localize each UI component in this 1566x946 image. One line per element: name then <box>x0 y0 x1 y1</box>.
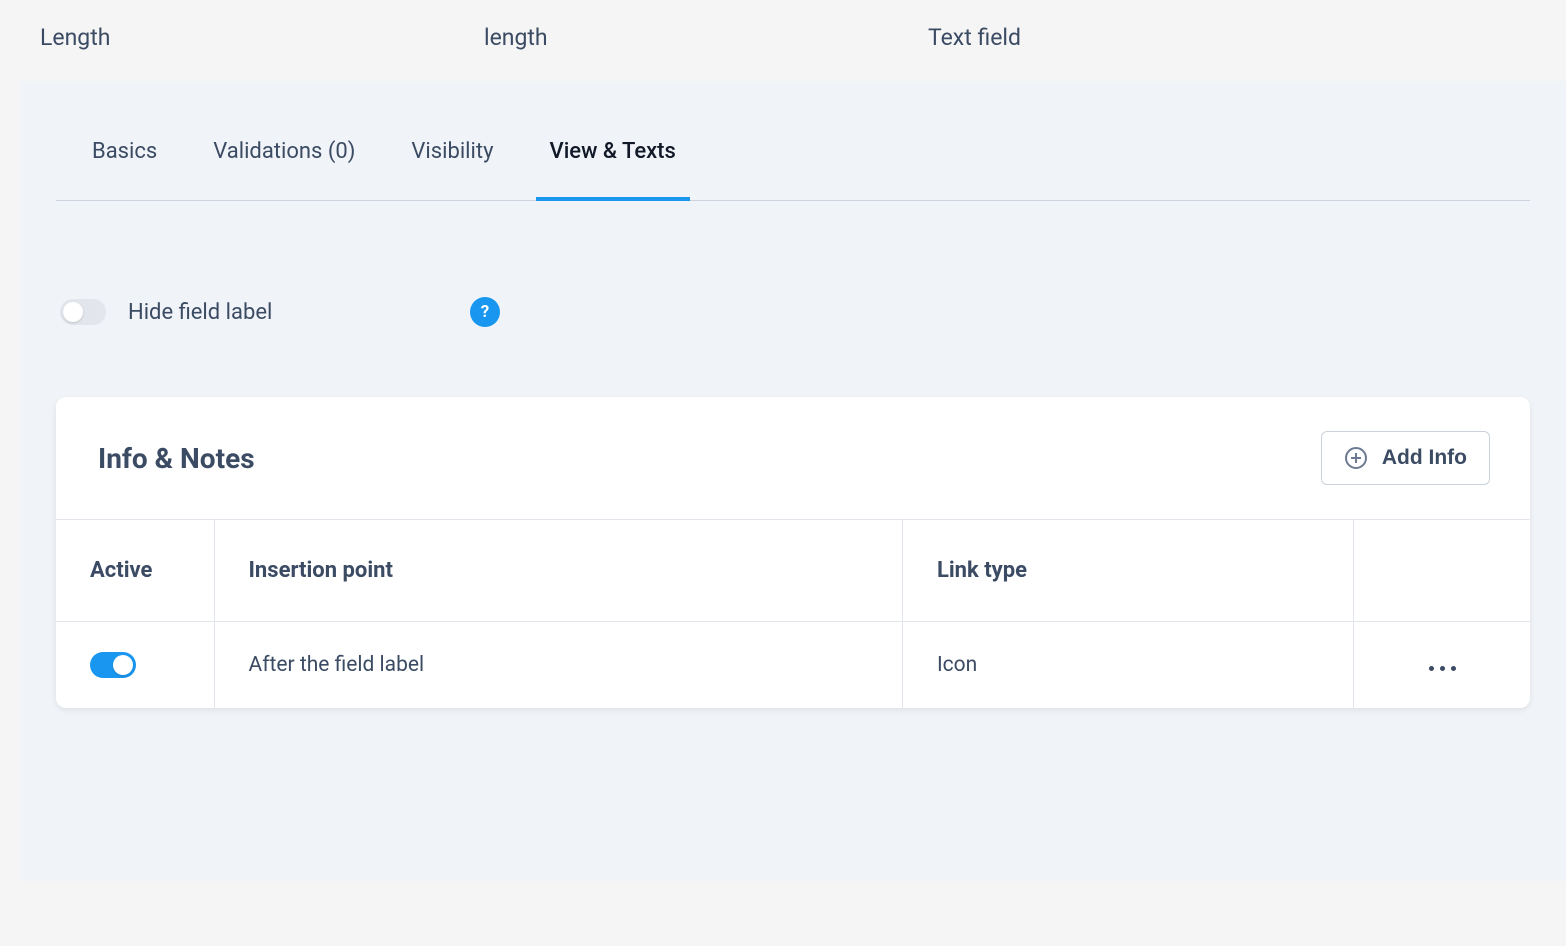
info-notes-card: Info & Notes Add Info Active <box>56 397 1530 708</box>
field-type: Text field <box>928 24 1526 51</box>
row-actions-menu[interactable] <box>1388 666 1496 671</box>
table-header-row: Active Insertion point Link type <box>56 520 1530 622</box>
toggle-knob <box>63 302 83 322</box>
add-info-label: Add Info <box>1382 446 1467 470</box>
tabs-divider <box>56 200 1530 201</box>
hide-field-label-toggle[interactable] <box>60 299 106 325</box>
col-header-link-type: Link type <box>902 520 1353 622</box>
field-meta-row: Length length Text field <box>0 0 1566 81</box>
info-notes-title: Info & Notes <box>98 442 255 475</box>
field-identifier: length <box>484 24 928 51</box>
tab-validations[interactable]: Validations (0) <box>213 121 355 200</box>
toggle-knob <box>113 655 133 675</box>
info-notes-header: Info & Notes Add Info <box>56 397 1530 519</box>
tabs: Basics Validations (0) Visibility View &… <box>56 121 1530 200</box>
tab-basics[interactable]: Basics <box>92 121 157 200</box>
help-icon[interactable]: ? <box>470 297 500 327</box>
tab-visibility[interactable]: Visibility <box>411 121 493 200</box>
page-root: Length length Text field Basics Validati… <box>0 0 1566 946</box>
table-row: After the field label Icon <box>56 622 1530 709</box>
row-insertion-point: After the field label <box>214 622 902 709</box>
plus-circle-icon <box>1344 446 1368 470</box>
hide-field-label-row: Hide field label ? <box>56 297 1530 327</box>
row-active-toggle[interactable] <box>90 652 136 678</box>
field-label: Length <box>40 24 484 51</box>
col-header-active: Active <box>56 520 214 622</box>
row-link-type: Icon <box>902 622 1353 709</box>
add-info-button[interactable]: Add Info <box>1321 431 1490 485</box>
panel: Basics Validations (0) Visibility View &… <box>20 81 1566 881</box>
tab-view-texts[interactable]: View & Texts <box>550 121 676 200</box>
col-header-insertion-point: Insertion point <box>214 520 902 622</box>
hide-field-label-text: Hide field label <box>128 300 408 325</box>
info-notes-table: Active Insertion point Link type <box>56 519 1530 708</box>
col-header-actions <box>1354 520 1530 622</box>
